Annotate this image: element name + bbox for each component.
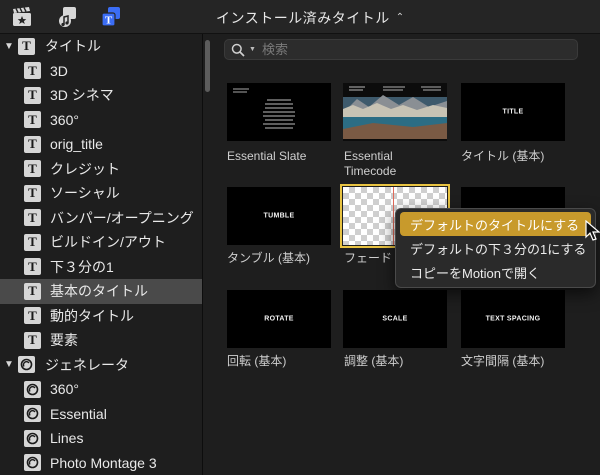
sidebar-item-label: 3D [50, 62, 68, 79]
search-icon [231, 43, 245, 57]
sidebar-item-360[interactable]: T 360° [0, 108, 202, 133]
thumb-text: SCALE [382, 315, 408, 323]
sidebar-item-social[interactable]: T ソーシャル [0, 181, 202, 206]
title-t-icon: T [24, 135, 41, 153]
sidebar-item-elements[interactable]: T 要素 [0, 328, 202, 353]
title-t-icon: T [24, 86, 41, 104]
tile-label: Essential Slate [227, 149, 307, 163]
sidebar-group-generators[interactable]: ▼ ジェネレータ [0, 353, 202, 378]
sidebar-item-label: 3D シネマ [50, 87, 114, 104]
sidebar-item-gen-photo-montage-3[interactable]: Photo Montage 3 [0, 451, 202, 475]
sidebar-group-titles[interactable]: ▼ T タイトル [0, 34, 202, 59]
sidebar-item-credits[interactable]: T クレジット [0, 157, 202, 182]
title-t-icon: T [24, 282, 41, 300]
sidebar-group-label: タイトル [45, 38, 101, 55]
tile-label: Essential Timecode [344, 149, 397, 178]
sidebar-item-label: クレジット [50, 160, 120, 177]
title-t-icon: T [24, 331, 41, 349]
sidebar-item-lower-thirds[interactable]: T 下３分の1 [0, 255, 202, 280]
chevron-down-icon[interactable]: ▼ [249, 46, 256, 53]
generator-icon [24, 405, 41, 423]
title-t-icon: T [24, 160, 41, 178]
sidebar-item-3d-cinema[interactable]: T 3D シネマ [0, 83, 202, 108]
toolbar: T インストール済みタイトル ⌃ [0, 0, 600, 34]
generator-icon [24, 454, 41, 472]
sidebar-item-label: 360° [50, 381, 79, 398]
sidebar-item-orig-title[interactable]: Torig_title [0, 132, 202, 157]
sidebar-item-label: 動的タイトル [50, 307, 134, 324]
sidebar-item-build-in-out[interactable]: T ビルドイン/アウト [0, 230, 202, 255]
thumb-text: ROTATE [264, 315, 294, 323]
svg-text:T: T [105, 15, 113, 27]
sidebar-item-label: Lines [50, 430, 84, 447]
disclosure-triangle-icon[interactable]: ▼ [4, 41, 16, 52]
music-photo-icon[interactable] [56, 6, 78, 28]
search-input[interactable] [261, 42, 562, 57]
sidebar-item-basic-titles[interactable]: T 基本のタイトル [0, 279, 202, 304]
generator-icon [24, 429, 41, 447]
disclosure-triangle-icon[interactable]: ▼ [4, 359, 16, 370]
sidebar-item-label: 要素 [50, 332, 78, 349]
title-t-icon: T [24, 307, 41, 325]
titles-generators-icon[interactable]: T [100, 6, 122, 28]
title-t-icon: T [24, 209, 41, 227]
sidebar-item-bumper-opener[interactable]: T バンパー/オープニング [0, 206, 202, 231]
playhead-line [393, 187, 394, 245]
context-menu: デフォルトのタイトルにする デフォルトの下３分の1にする コピーをMotionで… [395, 208, 596, 288]
generator-icon [18, 356, 35, 374]
sidebar-item-dynamic-titles[interactable]: T 動的タイトル [0, 304, 202, 329]
library-title-popup[interactable]: インストール済みタイトル ⌃ [216, 8, 405, 28]
tile-label: 文字間隔 (基本) [461, 354, 545, 368]
sidebar-item-label: ビルドイン/アウト [50, 234, 166, 251]
thumb-text: TUMBLE [263, 212, 295, 220]
lake-photo-thumbnail [343, 83, 447, 141]
clapper-star-icon[interactable] [11, 6, 33, 28]
title-t-icon: T [24, 258, 41, 276]
tile-label: タイトル (基本) [461, 149, 545, 163]
sidebar-item-label: orig_title [50, 136, 103, 153]
title-t-icon: T [24, 233, 41, 251]
menu-item-open-copy-in-motion[interactable]: コピーをMotionで開く [400, 260, 591, 284]
title-t-icon: T [24, 111, 41, 129]
sidebar-item-label: ソーシャル [50, 185, 120, 202]
generator-icon [24, 380, 41, 398]
search-field[interactable]: ▼ [224, 39, 578, 60]
sidebar-item-3d[interactable]: T 3D [0, 59, 202, 84]
tile-label: タンブル (基本) [227, 251, 310, 265]
thumb-text: TEXT SPACING [485, 315, 541, 323]
tile-title-basic[interactable]: TITLE [461, 83, 565, 141]
sidebar-item-label: Essential [50, 405, 107, 422]
sidebar-item-label: Photo Montage 3 [50, 454, 157, 471]
sidebar: ▼ T タイトル T 3D T 3D シネマ T 360° Torig_title T… [0, 34, 203, 475]
tile-scale-basic[interactable]: SCALE [343, 290, 447, 348]
chevron-updown-icon: ⌃ [395, 12, 405, 23]
slate-thumbnail [233, 88, 295, 129]
library-title: インストール済みタイトル [216, 10, 390, 26]
sidebar-item-label: 360° [50, 111, 79, 128]
mouse-pointer-icon [585, 220, 600, 241]
title-t-icon: T [18, 37, 35, 55]
sidebar-item-label: 基本のタイトル [50, 283, 148, 300]
tile-label: 回転 (基本) [227, 354, 287, 368]
tile-essential-timecode[interactable] [343, 83, 447, 141]
title-t-icon: T [24, 62, 41, 80]
menu-item-set-default-lower-third[interactable]: デフォルトの下３分の1にする [400, 236, 591, 260]
sidebar-item-label: 下３分の1 [50, 258, 114, 275]
tile-tumble-basic[interactable]: TUMBLE [227, 187, 331, 245]
sidebar-scrollbar[interactable] [205, 40, 210, 92]
menu-item-set-default-title[interactable]: デフォルトのタイトルにする [400, 212, 591, 236]
tile-label: 調整 (基本) [344, 354, 404, 368]
tile-text-spacing-basic[interactable]: TEXT SPACING [461, 290, 565, 348]
tile-essential-slate[interactable] [227, 83, 331, 141]
sidebar-item-gen-360[interactable]: 360° [0, 377, 202, 402]
sidebar-item-gen-lines[interactable]: Lines [0, 426, 202, 451]
sidebar-group-label: ジェネレータ [45, 356, 129, 373]
sidebar-item-gen-essential[interactable]: Essential [0, 402, 202, 427]
tile-rotate-basic[interactable]: ROTATE [227, 290, 331, 348]
title-t-icon: T [24, 184, 41, 202]
thumb-text: TITLE [502, 108, 524, 116]
sidebar-item-label: バンパー/オープニング [50, 209, 194, 226]
